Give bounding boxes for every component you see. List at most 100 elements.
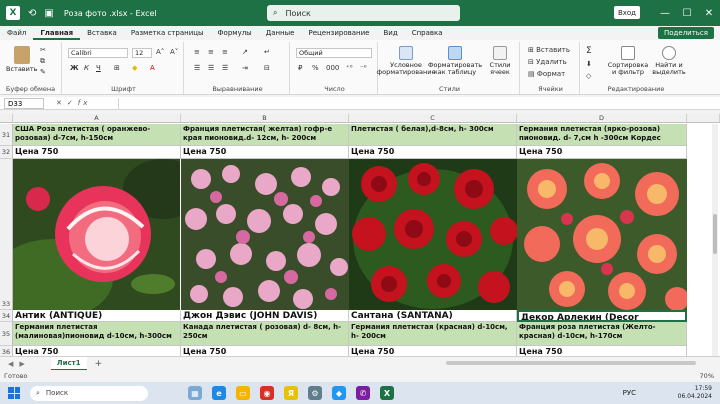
name-box[interactable]: D33 (4, 97, 44, 109)
italic-button[interactable]: К (84, 64, 89, 72)
tab-insert[interactable]: Вставка (80, 26, 124, 40)
tab-view[interactable]: Вид (377, 26, 405, 40)
enter-icon[interactable]: ✓ (67, 99, 76, 107)
cell-a35[interactable]: Германия плетистая (малиновая)пионовид d… (13, 322, 181, 346)
comma-icon[interactable]: 000 (326, 64, 339, 72)
row-header-32[interactable]: 32 (0, 146, 13, 159)
row-header-34[interactable]: 34 (0, 310, 13, 322)
signin-button[interactable]: Вход (614, 6, 640, 19)
tab-page-layout[interactable]: Разметка страницы (124, 26, 211, 40)
column-header-d[interactable]: D (517, 114, 687, 123)
viber-icon[interactable]: ✆ (356, 386, 370, 400)
maximize-button[interactable]: ☐ (676, 8, 698, 19)
language-indicator[interactable]: РУС (623, 389, 636, 397)
edge-icon[interactable]: e (212, 386, 226, 400)
sheet-tab-list1[interactable]: Лист1 (50, 356, 87, 371)
rose-photo-antique[interactable] (13, 159, 180, 310)
shrink-font-icon[interactable]: A˅ (170, 48, 178, 56)
font-size-select[interactable]: 12 (132, 48, 152, 58)
cell-c36[interactable]: Цена 750 (349, 346, 517, 356)
column-header-c[interactable]: C (349, 114, 517, 123)
rose-photo-decor-arlequin[interactable] (517, 159, 687, 310)
app-icon[interactable]: ◆ (332, 386, 346, 400)
row-header-36[interactable]: 36 (0, 346, 13, 356)
file-explorer-icon[interactable]: ▭ (236, 386, 250, 400)
underline-button[interactable]: Ч (96, 64, 101, 72)
row-header-35[interactable]: 35 (0, 322, 13, 346)
font-name-select[interactable]: Calibri (68, 48, 128, 58)
cell-d34[interactable]: Декор Арлекин (Decor Arlequin) (517, 310, 687, 322)
cell-a34[interactable]: Антик (ANTIQUE) (13, 310, 181, 322)
rose-photo-santana[interactable] (349, 159, 517, 310)
excel-taskbar-icon[interactable]: X (380, 386, 394, 400)
vertical-scrollbar[interactable] (712, 124, 718, 356)
column-header-a[interactable]: A (13, 114, 181, 123)
font-color-icon[interactable]: A (150, 64, 155, 72)
add-sheet-button[interactable]: + (95, 359, 103, 369)
zoom-level[interactable]: 70% (700, 372, 714, 380)
format-as-table-button[interactable]: Форматировать как таблицу (428, 46, 482, 76)
find-select-button[interactable]: Найти и выделить (650, 46, 688, 76)
cell-b34[interactable]: Джон Дэвис (JOHN DAVIS) (181, 310, 349, 322)
copy-icon[interactable]: ⧉ (40, 57, 45, 66)
fill-color-icon[interactable]: ◆ (132, 64, 137, 72)
cell-d32[interactable]: Цена 750 (517, 146, 687, 159)
cell-a31[interactable]: США Роза плетистая ( оранжево-розовая) d… (13, 124, 181, 146)
orientation-icon[interactable]: ↗ (242, 48, 248, 56)
cut-icon[interactable]: ✂ (40, 46, 46, 54)
cell-d31[interactable]: Германия плетистая (ярко-розова) пионови… (517, 124, 687, 146)
number-format-select[interactable]: Общий (296, 48, 372, 58)
cancel-icon[interactable]: ✕ (56, 99, 65, 107)
paste-button[interactable]: Вставить (6, 46, 37, 73)
align-right-icon[interactable]: ☰ (222, 64, 228, 72)
column-header-e[interactable] (687, 114, 720, 123)
select-all-corner[interactable] (0, 114, 13, 123)
borders-icon[interactable]: ⊞ (114, 64, 120, 72)
formula-input[interactable] (118, 98, 716, 109)
close-button[interactable]: ✕ (698, 8, 720, 19)
tab-file[interactable]: Файл (0, 26, 33, 40)
tab-home[interactable]: Главная (33, 26, 81, 40)
indent-icon[interactable]: ⇥ (242, 64, 248, 72)
cell-b31[interactable]: Франция плетистая( желтая) гофр-е края п… (181, 124, 349, 146)
wrap-text-icon[interactable]: ↵ (264, 48, 270, 56)
chrome-icon[interactable]: ◉ (260, 386, 274, 400)
cell-d35[interactable]: Франция роза плетистая (Желто-красная) d… (517, 322, 687, 346)
cell-a36[interactable]: Цена 750 (13, 346, 181, 356)
merge-icon[interactable]: ⊟ (264, 64, 270, 72)
sort-filter-button[interactable]: Сортировка и фильтр (608, 46, 648, 76)
clock[interactable]: 17:59 06.04.2024 (678, 385, 712, 401)
cell-a32[interactable]: Цена 750 (13, 146, 181, 159)
cell-d36[interactable]: Цена 750 (517, 346, 687, 356)
cell-c31[interactable]: Плетистая ( белая),d-8см, h- 300см (349, 124, 517, 146)
sheet-nav-arrows-icon[interactable]: ◀▶ (8, 360, 31, 368)
fill-icon[interactable]: ⬇ (586, 60, 592, 68)
autosave-icon[interactable]: ⟲ (28, 8, 36, 19)
row-header-31[interactable]: 31 (0, 124, 13, 146)
cell-b32[interactable]: Цена 750 (181, 146, 349, 159)
column-header-b[interactable]: B (181, 114, 349, 123)
tab-formulas[interactable]: Формулы (211, 26, 259, 40)
align-top-icon[interactable]: ≡ (194, 48, 200, 56)
cell-c32[interactable]: Цена 750 (349, 146, 517, 159)
bold-button[interactable]: Ж (70, 64, 79, 72)
tab-data[interactable]: Данные (259, 26, 302, 40)
title-search-box[interactable]: ⌕ Поиск (267, 5, 460, 21)
increase-decimal-icon[interactable]: ⁺⁰ (346, 64, 353, 72)
cell-c34[interactable]: Сантана (SANTANA) (349, 310, 517, 322)
cell-b36[interactable]: Цена 750 (181, 346, 349, 356)
tab-help[interactable]: Справка (405, 26, 450, 40)
delete-cells-button[interactable]: ⊟ Удалить (528, 58, 567, 66)
vertical-scroll-thumb[interactable] (713, 214, 717, 254)
align-middle-icon[interactable]: ≡ (208, 48, 214, 56)
format-cells-button[interactable]: ▤ Формат (528, 70, 565, 78)
cell-c35[interactable]: Германия плетистая (красная) d-10см, h- … (349, 322, 517, 346)
align-left-icon[interactable]: ☰ (194, 64, 200, 72)
minimize-button[interactable]: — (654, 8, 676, 19)
insert-cells-button[interactable]: ⊞ Вставить (528, 46, 570, 54)
share-button[interactable]: Поделиться (658, 27, 714, 39)
yandex-icon[interactable]: Я (284, 386, 298, 400)
autosum-icon[interactable]: Σ (586, 46, 592, 56)
settings-icon[interactable]: ⚙ (308, 386, 322, 400)
align-bottom-icon[interactable]: ≡ (222, 48, 228, 56)
